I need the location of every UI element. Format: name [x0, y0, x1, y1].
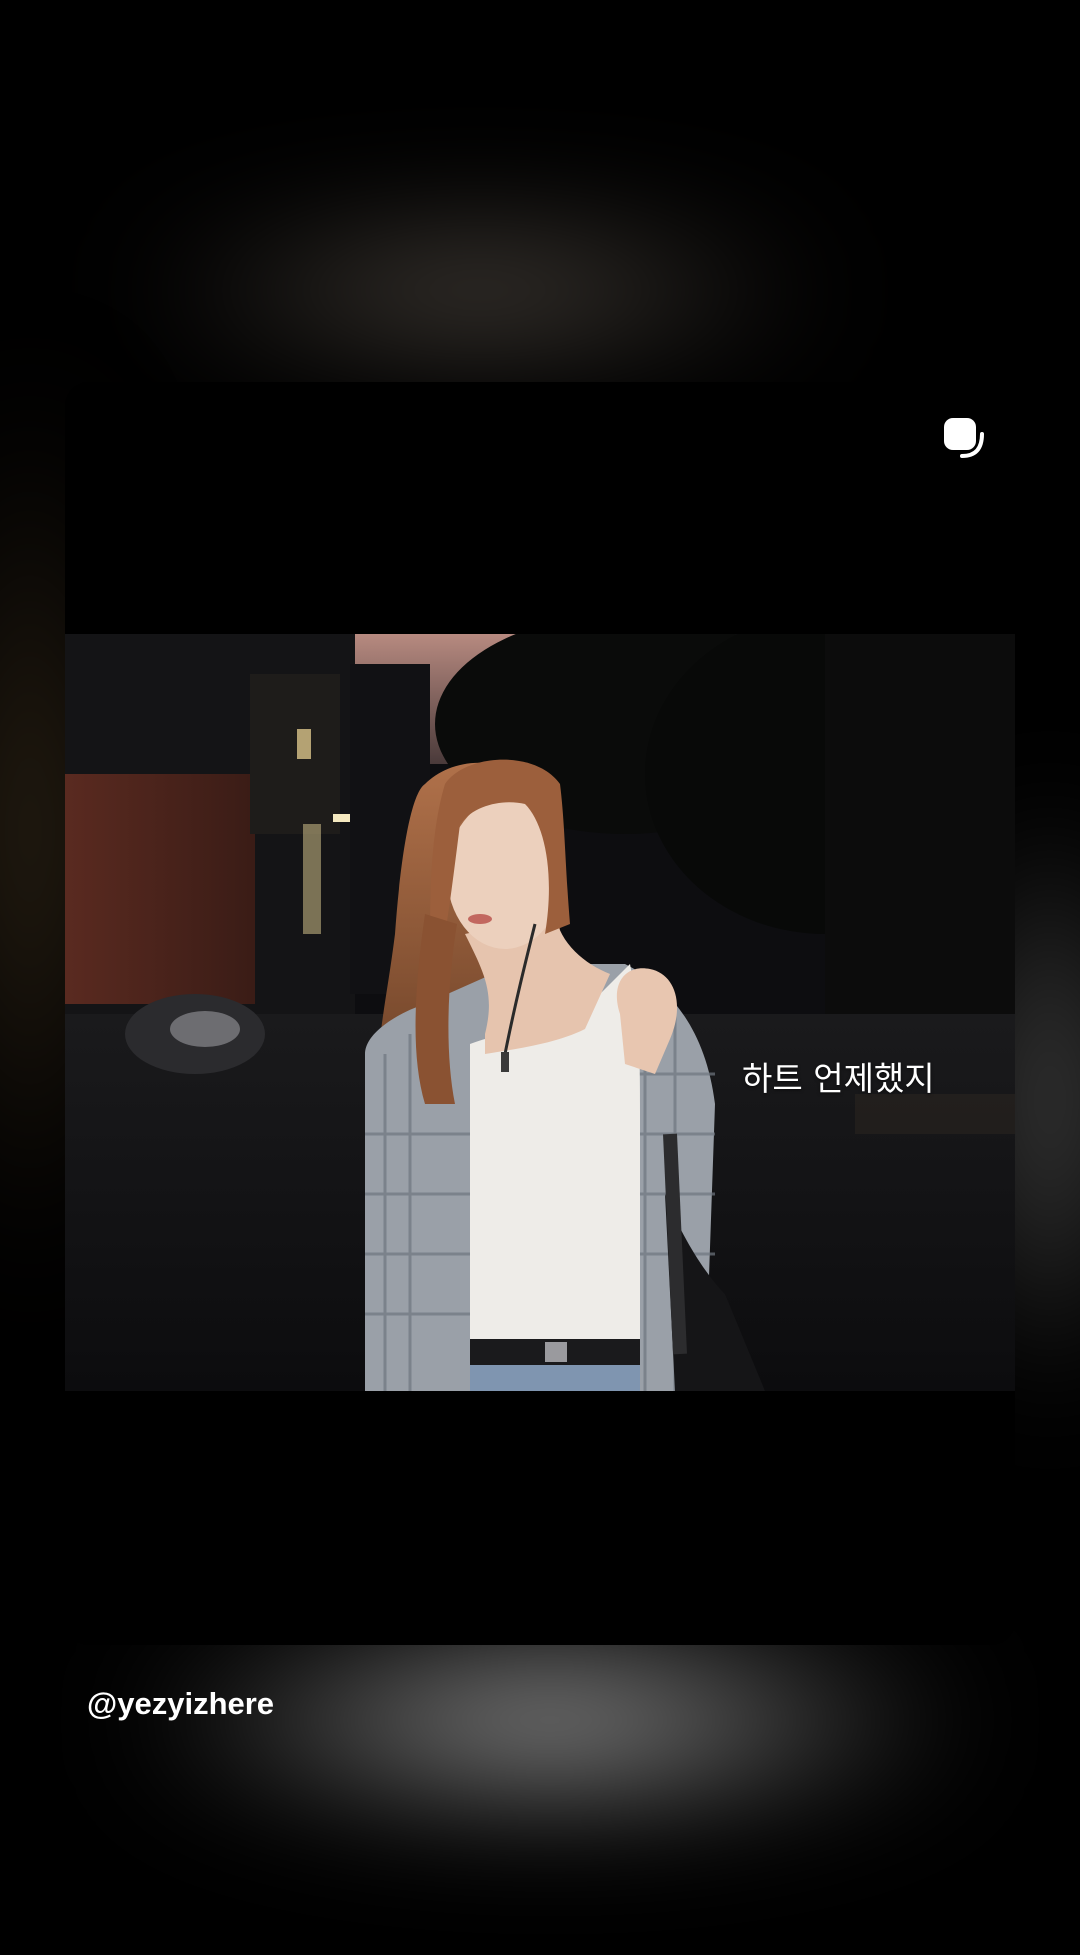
story-text-sticker[interactable]: 하트 언제했지	[742, 1052, 935, 1100]
story-screen: 하트 언제했지 @yezyizhere	[0, 0, 1080, 1955]
shared-post-card[interactable]	[65, 382, 1015, 1645]
ambient-glow	[130, 215, 830, 365]
reshare-stack-icon[interactable]	[940, 414, 988, 462]
post-photo[interactable]	[65, 634, 1015, 1391]
mention-sticker[interactable]: @yezyizhere	[87, 1686, 274, 1722]
